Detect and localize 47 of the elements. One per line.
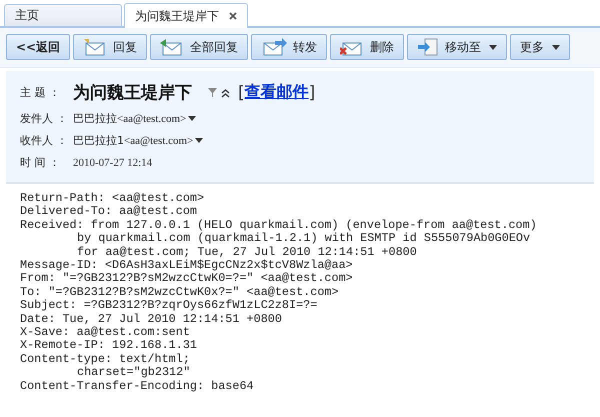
toolbar-button[interactable]: 回复 (73, 34, 148, 60)
email-address: <aa@test.com> (117, 112, 186, 124)
bracket: ] (308, 82, 316, 102)
tab[interactable]: 主页 (4, 4, 122, 26)
view-mail-link[interactable]: 查看邮件 (244, 82, 309, 103)
toolbar-button[interactable]: 转发 (251, 34, 328, 60)
header-line: X-Remote-IP: 192.168.1.31 (20, 339, 197, 353)
forward-icon (261, 38, 288, 56)
reply-icon (83, 38, 108, 56)
close-icon[interactable] (229, 12, 237, 20)
header-line: Received: from 127.0.0.1 (HELO quarkmail.com) (envelope-from aa@test.com) (20, 218, 537, 232)
toolbar-button[interactable]: 移动至 (407, 34, 508, 60)
bracket: [ (238, 82, 245, 102)
contact-name: 巴巴拉拉1 (73, 133, 124, 148)
toolbar-button[interactable]: 删除 (330, 34, 404, 60)
field-label: 时 间 ： (20, 155, 61, 170)
reply-all-icon (160, 38, 184, 56)
header-line: Delivered-To: aa@test.com (20, 205, 197, 219)
header-line: To: "=?GB2312?B?sM2wzcCtwK0x?=" <aa@test.com> (20, 286, 339, 300)
field-label: 主 题 ： (20, 85, 61, 100)
header-line: charset="gb2312" (76, 366, 190, 380)
caret-icon[interactable] (188, 116, 196, 121)
header-line: Date: Tue, 27 Jul 2010 12:14:51 +0800 (20, 312, 282, 326)
move-icon (417, 38, 440, 56)
toolbar-button[interactable]: <<返回 (6, 34, 70, 60)
subject: 为问魏王堤岸下 (73, 82, 192, 104)
header-line: by quarkmail.com (quarkmail-1.2.1) with ESMTP id S555079Ab0G0EOv (76, 232, 530, 246)
toolbar-button[interactable]: 更多 (510, 34, 570, 60)
header-line: Subject: =?GB2312?B?zqrOys66zfW1zLC2z8I=?= (20, 299, 318, 313)
header-line: Content-type: text/html; (20, 352, 190, 366)
collapse-icon[interactable] (221, 88, 230, 98)
contact-name: 巴巴拉拉 (73, 111, 117, 126)
header-line: From: "=?GB2312?B?sM2wzcCtwK0=?=" <aa@test.com> (20, 272, 353, 286)
timestamp: 2010-07-27 12:14 (73, 156, 152, 168)
email-address: <aa@test.com> (124, 134, 194, 146)
field-label: 发件人 ： (20, 111, 68, 126)
caret-icon[interactable] (195, 138, 204, 143)
toolbar-button[interactable]: 全部回复 (150, 34, 248, 60)
tab[interactable]: 为问魏王堤岸下 (124, 3, 248, 28)
header-line: Message-ID: <D6AsH3axLEiM$EgcCNz2x$tcV8Wzla@aa> (20, 259, 353, 272)
caret-icon[interactable] (552, 44, 560, 50)
header-line: for aa@test.com; Tue, 27 Jul 2010 12:14:51 +0800 (76, 246, 417, 260)
caret-icon[interactable] (489, 44, 498, 50)
field-label: 收件人 ： (20, 133, 68, 148)
header-line: X-Save: aa@test.com:sent (20, 326, 190, 340)
header-line: Return-Path: <aa@test.com> (20, 192, 204, 206)
header-line: Content-Transfer-Encoding: base64 (20, 380, 254, 394)
